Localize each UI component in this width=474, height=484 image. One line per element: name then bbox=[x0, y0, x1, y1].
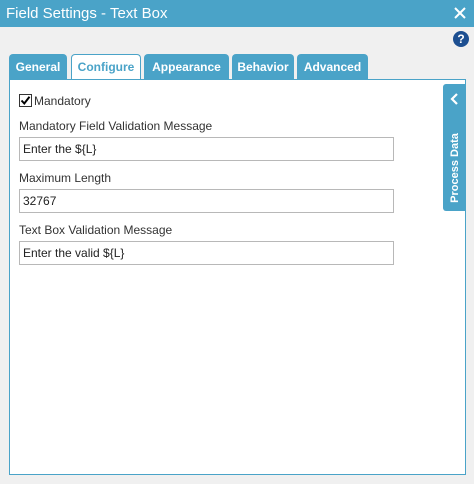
tab-behavior[interactable]: Behavior bbox=[232, 54, 294, 80]
configure-panel: Mandatory Mandatory Field Validation Mes… bbox=[9, 79, 466, 475]
mandatory-message-field[interactable]: Enter the ${L} bbox=[19, 137, 394, 161]
mandatory-checkbox[interactable] bbox=[19, 94, 32, 107]
help-icon[interactable]: ? bbox=[453, 31, 469, 47]
tab-general[interactable]: General bbox=[9, 54, 67, 80]
title-bar: Field Settings - Text Box bbox=[0, 0, 474, 27]
max-length-field[interactable]: 32767 bbox=[19, 189, 394, 213]
tab-configure[interactable]: Configure bbox=[71, 54, 141, 81]
chevron-left-icon bbox=[450, 93, 459, 108]
process-data-tab[interactable]: Process Data bbox=[443, 84, 466, 211]
close-icon[interactable] bbox=[452, 5, 468, 21]
mandatory-message-label: Mandatory Field Validation Message bbox=[19, 119, 213, 133]
window-title: Field Settings - Text Box bbox=[6, 5, 168, 22]
mandatory-label: Mandatory bbox=[34, 94, 91, 108]
validation-message-label: Text Box Validation Message bbox=[19, 223, 173, 237]
tab-advanced[interactable]: Advanced bbox=[297, 54, 368, 80]
process-data-label: Process Data bbox=[449, 133, 461, 203]
tab-appearance[interactable]: Appearance bbox=[144, 54, 229, 80]
validation-message-field[interactable]: Enter the valid ${L} bbox=[19, 241, 394, 265]
max-length-label: Maximum Length bbox=[19, 171, 112, 185]
